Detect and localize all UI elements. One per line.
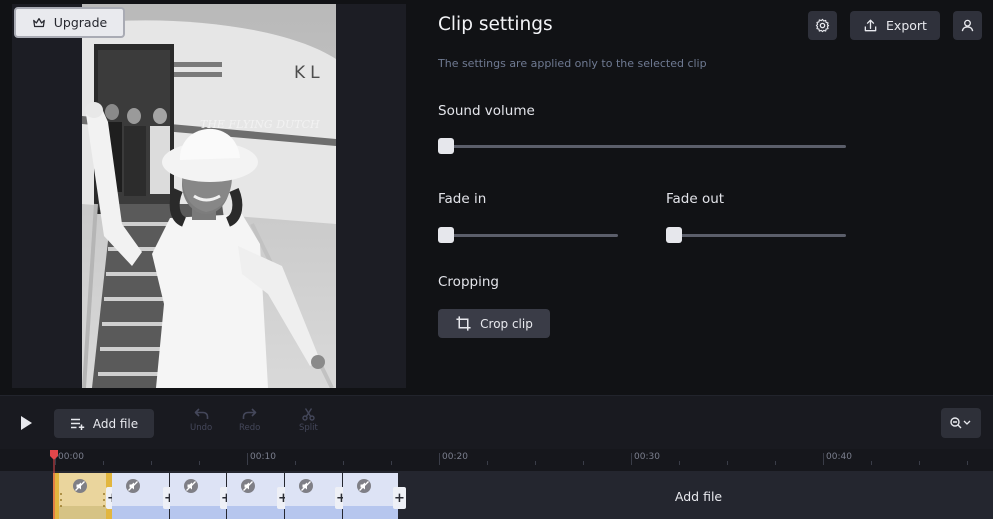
ruler-tick bbox=[247, 453, 248, 465]
add-file-label: Add file bbox=[92, 416, 139, 431]
playlist-add-icon bbox=[70, 418, 85, 430]
slider-track bbox=[438, 145, 846, 148]
fade-in-slider[interactable] bbox=[438, 227, 618, 243]
ruler-tick bbox=[871, 461, 872, 465]
ruler-label: 00:20 bbox=[442, 452, 468, 462]
user-icon bbox=[961, 19, 974, 32]
timeline-clip[interactable] bbox=[343, 473, 398, 519]
ruler-tick bbox=[295, 461, 296, 465]
clip-audio-strip bbox=[112, 506, 169, 519]
ruler-tick bbox=[151, 461, 152, 465]
slider-thumb[interactable] bbox=[666, 227, 682, 243]
play-button[interactable] bbox=[16, 412, 36, 434]
ruler-tick bbox=[343, 461, 344, 465]
ruler-tick bbox=[967, 461, 968, 465]
redo-button[interactable]: Redo bbox=[239, 407, 260, 433]
trim-handle-left[interactable] bbox=[59, 493, 63, 507]
account-button[interactable] bbox=[953, 11, 982, 40]
clip-audio-strip bbox=[170, 506, 226, 519]
ruler-label: 00:10 bbox=[250, 452, 276, 462]
fade-out-label: Fade out bbox=[666, 191, 725, 207]
crown-icon bbox=[32, 17, 45, 27]
ruler-tick bbox=[823, 453, 824, 465]
export-label: Export bbox=[886, 18, 927, 33]
sound-volume-slider[interactable] bbox=[438, 138, 846, 154]
redo-icon bbox=[242, 408, 257, 419]
ruler-tick bbox=[631, 453, 632, 465]
settings-button[interactable] bbox=[808, 11, 837, 40]
video-editor-app: KL THE FLYING DUTCH Upgrade Clip setting… bbox=[0, 0, 993, 519]
timeline-clip-selected[interactable] bbox=[53, 473, 112, 519]
slider-track bbox=[666, 234, 846, 237]
clip-audio-strip bbox=[59, 506, 106, 519]
cropping-label: Cropping bbox=[438, 274, 499, 290]
page-title: Clip settings bbox=[438, 14, 553, 35]
split-label: Split bbox=[299, 423, 318, 433]
aircraft-fuselage-text: THE FLYING DUTCH bbox=[200, 118, 320, 131]
redo-label: Redo bbox=[239, 423, 261, 433]
timeline-clip[interactable] bbox=[112, 473, 169, 519]
timeline-add-file-label: Add file bbox=[674, 488, 723, 504]
clip-settings-panel: Clip settings The settings are applied o… bbox=[438, 0, 993, 395]
ruler-tick bbox=[103, 461, 104, 465]
ruler-tick bbox=[583, 461, 584, 465]
play-icon bbox=[21, 416, 32, 430]
ruler-tick bbox=[679, 461, 680, 465]
slider-thumb[interactable] bbox=[438, 227, 454, 243]
fade-out-slider[interactable] bbox=[666, 227, 846, 243]
mute-icon[interactable] bbox=[183, 478, 199, 494]
playhead[interactable] bbox=[50, 450, 58, 519]
slider-thumb[interactable] bbox=[438, 138, 454, 154]
slider-track bbox=[438, 234, 618, 237]
ruler-label: 00:30 bbox=[634, 452, 660, 462]
timeline-add-file[interactable]: Add file bbox=[404, 473, 993, 519]
export-button[interactable]: Export bbox=[850, 11, 940, 40]
add-file-button[interactable]: Add file bbox=[54, 409, 154, 438]
ruler-tick bbox=[535, 461, 536, 465]
timeline-clip[interactable] bbox=[170, 473, 226, 519]
preview-frame-image: KL THE FLYING DUTCH bbox=[82, 4, 336, 388]
scissors-icon bbox=[302, 408, 315, 421]
clip-audio-strip bbox=[227, 506, 284, 519]
clip-audio-strip bbox=[285, 506, 342, 519]
upgrade-label: Upgrade bbox=[53, 15, 108, 30]
sound-volume-label: Sound volume bbox=[438, 103, 535, 119]
ruler-label: 00:40 bbox=[826, 452, 852, 462]
ruler-tick bbox=[727, 461, 728, 465]
split-button[interactable]: Split bbox=[299, 407, 318, 433]
settings-subtitle: The settings are applied only to the sel… bbox=[438, 57, 707, 70]
fade-in-label: Fade in bbox=[438, 191, 487, 207]
gear-icon bbox=[815, 18, 830, 33]
timeline-toolbar: Add file Undo Redo Split bbox=[0, 395, 993, 449]
timeline-clip[interactable] bbox=[285, 473, 342, 519]
zoom-icon bbox=[950, 417, 971, 429]
upgrade-button[interactable]: Upgrade bbox=[14, 7, 125, 38]
mute-icon[interactable] bbox=[72, 478, 88, 494]
video-preview: KL THE FLYING DUTCH bbox=[12, 4, 406, 388]
mute-icon[interactable] bbox=[356, 478, 372, 494]
zoom-dropdown[interactable] bbox=[941, 408, 981, 438]
ruler-tick bbox=[775, 461, 776, 465]
undo-label: Undo bbox=[190, 423, 213, 433]
playhead-marker-icon bbox=[50, 450, 58, 519]
undo-button[interactable]: Undo bbox=[190, 407, 212, 433]
crop-icon bbox=[456, 316, 471, 331]
ruler-tick bbox=[919, 461, 920, 465]
timeline-clip[interactable] bbox=[227, 473, 284, 519]
undo-icon bbox=[194, 408, 208, 419]
mute-icon[interactable] bbox=[240, 478, 256, 494]
ruler-tick bbox=[391, 461, 392, 465]
ruler-label: 00:00 bbox=[58, 452, 84, 462]
aircraft-logo-text: KL bbox=[294, 63, 325, 83]
upload-icon bbox=[864, 19, 877, 32]
ruler-tick bbox=[487, 461, 488, 465]
mute-icon[interactable] bbox=[298, 478, 314, 494]
ruler-tick bbox=[439, 453, 440, 465]
crop-clip-label: Crop clip bbox=[480, 316, 533, 331]
mute-icon[interactable] bbox=[125, 478, 141, 494]
ruler-tick bbox=[199, 461, 200, 465]
clip-audio-strip bbox=[343, 506, 398, 519]
crop-clip-button[interactable]: Crop clip bbox=[438, 309, 550, 338]
timeline-ruler[interactable]: 00:00 00:10 00:20 00:30 00:40 bbox=[0, 449, 993, 471]
